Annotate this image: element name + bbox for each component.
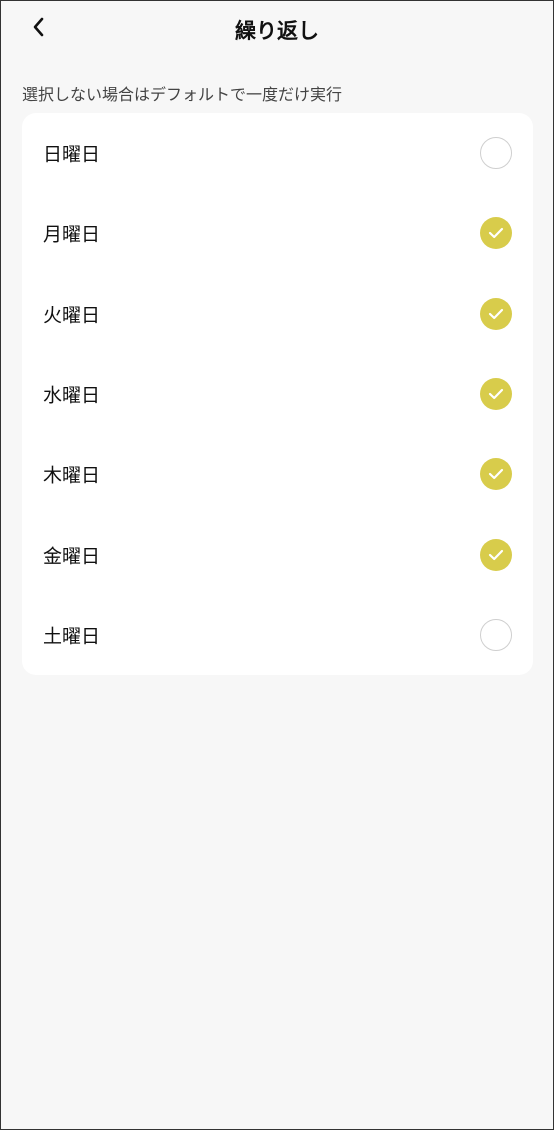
day-row-monday[interactable]: 月曜日 — [22, 193, 533, 273]
checkbox-saturday[interactable] — [480, 618, 512, 651]
check-icon — [488, 308, 504, 319]
day-label: 木曜日 — [43, 464, 101, 487]
checkbox-wednesday[interactable] — [480, 378, 512, 411]
checkbox-tuesday[interactable] — [480, 297, 512, 330]
day-label: 水曜日 — [43, 384, 101, 407]
day-list: 日曜日 月曜日 火曜日 水曜日 木曜日 金曜日 土曜日 — [22, 113, 533, 675]
check-icon — [488, 228, 504, 239]
checkbox-sunday[interactable] — [480, 137, 512, 170]
day-label: 月曜日 — [43, 223, 101, 246]
checkbox-monday[interactable] — [480, 217, 512, 250]
day-row-thursday[interactable]: 木曜日 — [22, 434, 533, 514]
hint-text: 選択しない場合はデフォルトで一度だけ実行 — [22, 85, 343, 104]
check-icon — [488, 469, 504, 480]
day-label: 火曜日 — [43, 304, 101, 327]
day-row-wednesday[interactable]: 水曜日 — [22, 354, 533, 434]
day-row-friday[interactable]: 金曜日 — [22, 514, 533, 594]
day-row-tuesday[interactable]: 火曜日 — [22, 274, 533, 354]
day-label: 金曜日 — [43, 545, 101, 568]
day-label: 日曜日 — [43, 143, 101, 166]
day-row-saturday[interactable]: 土曜日 — [22, 595, 533, 675]
day-row-sunday[interactable]: 日曜日 — [22, 113, 533, 193]
checkbox-friday[interactable] — [480, 538, 512, 571]
check-icon — [488, 549, 504, 560]
page-title: 繰り返し — [235, 19, 319, 43]
repeat-screen: 繰り返し 選択しない場合はデフォルトで一度だけ実行 日曜日 月曜日 火曜日 水曜… — [0, 0, 554, 1130]
checkbox-thursday[interactable] — [480, 458, 512, 491]
day-label: 土曜日 — [43, 625, 101, 648]
check-icon — [488, 388, 504, 400]
header: 繰り返し — [1, 1, 553, 57]
